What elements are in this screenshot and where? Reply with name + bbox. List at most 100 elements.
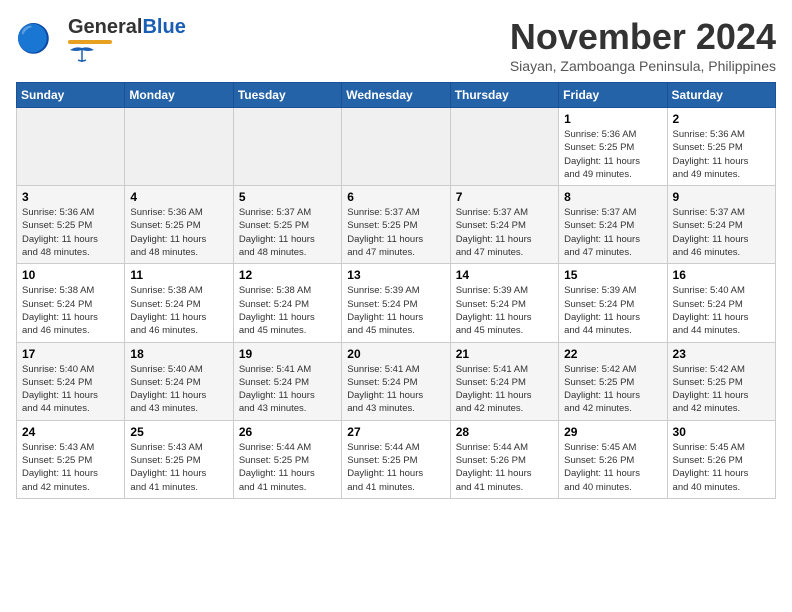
calendar-day-cell: 13 Sunrise: 5:39 AM Sunset: 5:24 PM Dayli…: [342, 264, 450, 342]
calendar-day-cell: [17, 108, 125, 186]
calendar-header-tuesday: Tuesday: [233, 83, 341, 108]
calendar-day-cell: 12Sunrise: 5:38 AM Sunset: 5:24 PM Dayli…: [233, 264, 341, 342]
day-info: Sunrise: 5:45 AM Sunset: 5:26 PM Dayligh…: [564, 441, 661, 494]
calendar-table: SundayMondayTuesdayWednesdayThursdayFrid…: [16, 82, 776, 499]
day-number: 21: [456, 347, 553, 361]
calendar-day-cell: 3Sunrise: 5:36 AM Sunset: 5:25 PM Daylig…: [17, 186, 125, 264]
day-number: 20: [347, 347, 444, 361]
calendar-day-cell: [125, 108, 233, 186]
calendar-day-cell: 21 Sunrise: 5:41 AM Sunset: 5:24 PM Dayli…: [450, 342, 558, 420]
day-number: 5: [239, 190, 336, 204]
calendar-day-cell: 15 Sunrise: 5:39 AM Sunset: 5:24 PM Dayli…: [559, 264, 667, 342]
day-number: 8: [564, 190, 661, 204]
day-number: 2: [673, 112, 770, 126]
day-info: Sunrise: 5:37 AM Sunset: 5:25 PM Dayligh…: [347, 206, 444, 259]
day-info: Sunrise: 5:38 AM Sunset: 5:24 PM Dayligh…: [22, 284, 119, 337]
calendar-day-cell: 24 Sunrise: 5:43 AM Sunset: 5:25 PM Dayli…: [17, 420, 125, 498]
day-number: 3: [22, 190, 119, 204]
calendar-day-cell: 26Sunrise: 5:44 AM Sunset: 5:25 PM Dayli…: [233, 420, 341, 498]
day-number: 17: [22, 347, 119, 361]
day-number: 6: [347, 190, 444, 204]
logo-text-block: GeneralBlue: [68, 16, 186, 64]
day-number: 18: [130, 347, 227, 361]
calendar-header-monday: Monday: [125, 83, 233, 108]
day-number: 4: [130, 190, 227, 204]
logo-blue: Blue: [142, 16, 185, 38]
day-info: Sunrise: 5:42 AM Sunset: 5:25 PM Dayligh…: [564, 363, 661, 416]
day-info: Sunrise: 5:41 AM Sunset: 5:24 PM Dayligh…: [239, 363, 336, 416]
calendar-day-cell: 7 Sunrise: 5:37 AM Sunset: 5:24 PM Daylig…: [450, 186, 558, 264]
day-info: Sunrise: 5:37 AM Sunset: 5:24 PM Dayligh…: [564, 206, 661, 259]
calendar-week-row: 1 Sunrise: 5:36 AM Sunset: 5:25 PM Daylig…: [17, 108, 776, 186]
day-info: Sunrise: 5:42 AM Sunset: 5:25 PM Dayligh…: [673, 363, 770, 416]
calendar-day-cell: [342, 108, 450, 186]
day-info: Sunrise: 5:36 AM Sunset: 5:25 PM Dayligh…: [564, 128, 661, 181]
day-info: Sunrise: 5:44 AM Sunset: 5:25 PM Dayligh…: [239, 441, 336, 494]
svg-text:🔵: 🔵: [16, 22, 51, 55]
day-info: Sunrise: 5:39 AM Sunset: 5:24 PM Dayligh…: [564, 284, 661, 337]
calendar-header-saturday: Saturday: [667, 83, 775, 108]
calendar-day-cell: 8 Sunrise: 5:37 AM Sunset: 5:24 PM Daylig…: [559, 186, 667, 264]
title-area: November 2024 Siayan, Zamboanga Peninsul…: [510, 16, 776, 74]
calendar-header-wednesday: Wednesday: [342, 83, 450, 108]
day-number: 30: [673, 425, 770, 439]
calendar-day-cell: 9 Sunrise: 5:37 AM Sunset: 5:24 PM Daylig…: [667, 186, 775, 264]
logo-icon: 🔵: [16, 18, 64, 63]
day-number: 14: [456, 268, 553, 282]
day-info: Sunrise: 5:40 AM Sunset: 5:24 PM Dayligh…: [22, 363, 119, 416]
day-number: 16: [673, 268, 770, 282]
day-info: Sunrise: 5:40 AM Sunset: 5:24 PM Dayligh…: [130, 363, 227, 416]
day-info: Sunrise: 5:37 AM Sunset: 5:24 PM Dayligh…: [456, 206, 553, 259]
calendar-week-row: 24 Sunrise: 5:43 AM Sunset: 5:25 PM Dayli…: [17, 420, 776, 498]
day-info: Sunrise: 5:37 AM Sunset: 5:24 PM Dayligh…: [673, 206, 770, 259]
day-number: 19: [239, 347, 336, 361]
day-number: 25: [130, 425, 227, 439]
calendar-day-cell: 20Sunrise: 5:41 AM Sunset: 5:24 PM Dayli…: [342, 342, 450, 420]
calendar-day-cell: 1 Sunrise: 5:36 AM Sunset: 5:25 PM Daylig…: [559, 108, 667, 186]
calendar-day-cell: 16 Sunrise: 5:40 AM Sunset: 5:24 PM Dayli…: [667, 264, 775, 342]
calendar-day-cell: [233, 108, 341, 186]
day-info: Sunrise: 5:40 AM Sunset: 5:24 PM Dayligh…: [673, 284, 770, 337]
logo-bird-icon: [68, 46, 96, 64]
calendar-day-cell: 27Sunrise: 5:44 AM Sunset: 5:25 PM Dayli…: [342, 420, 450, 498]
calendar-day-cell: 14 Sunrise: 5:39 AM Sunset: 5:24 PM Dayli…: [450, 264, 558, 342]
calendar-header-sunday: Sunday: [17, 83, 125, 108]
day-number: 12: [239, 268, 336, 282]
page-header: 🔵 GeneralBlue November 2024 Siayan, Zamb…: [16, 16, 776, 74]
day-number: 1: [564, 112, 661, 126]
day-info: Sunrise: 5:39 AM Sunset: 5:24 PM Dayligh…: [347, 284, 444, 337]
day-number: 22: [564, 347, 661, 361]
calendar-day-cell: 11Sunrise: 5:38 AM Sunset: 5:24 PM Dayli…: [125, 264, 233, 342]
logo-underline: [68, 40, 112, 44]
day-info: Sunrise: 5:37 AM Sunset: 5:25 PM Dayligh…: [239, 206, 336, 259]
day-info: Sunrise: 5:43 AM Sunset: 5:25 PM Dayligh…: [22, 441, 119, 494]
day-number: 7: [456, 190, 553, 204]
calendar-week-row: 17 Sunrise: 5:40 AM Sunset: 5:24 PM Dayli…: [17, 342, 776, 420]
calendar-header-row: SundayMondayTuesdayWednesdayThursdayFrid…: [17, 83, 776, 108]
calendar-day-cell: 17 Sunrise: 5:40 AM Sunset: 5:24 PM Dayli…: [17, 342, 125, 420]
day-number: 28: [456, 425, 553, 439]
month-title: November 2024: [510, 16, 776, 58]
day-number: 13: [347, 268, 444, 282]
calendar-day-cell: 25Sunrise: 5:43 AM Sunset: 5:25 PM Dayli…: [125, 420, 233, 498]
calendar-day-cell: 30Sunrise: 5:45 AM Sunset: 5:26 PM Dayli…: [667, 420, 775, 498]
day-info: Sunrise: 5:41 AM Sunset: 5:24 PM Dayligh…: [456, 363, 553, 416]
day-number: 9: [673, 190, 770, 204]
calendar-header-friday: Friday: [559, 83, 667, 108]
day-number: 10: [22, 268, 119, 282]
day-number: 23: [673, 347, 770, 361]
calendar-day-cell: 4 Sunrise: 5:36 AM Sunset: 5:25 PM Daylig…: [125, 186, 233, 264]
day-info: Sunrise: 5:36 AM Sunset: 5:25 PM Dayligh…: [130, 206, 227, 259]
location: Siayan, Zamboanga Peninsula, Philippines: [510, 58, 776, 74]
logo: 🔵 GeneralBlue: [16, 16, 186, 64]
day-number: 24: [22, 425, 119, 439]
calendar-day-cell: 2Sunrise: 5:36 AM Sunset: 5:25 PM Daylig…: [667, 108, 775, 186]
logo-general: General: [68, 16, 142, 38]
day-number: 15: [564, 268, 661, 282]
day-info: Sunrise: 5:39 AM Sunset: 5:24 PM Dayligh…: [456, 284, 553, 337]
calendar-day-cell: 29Sunrise: 5:45 AM Sunset: 5:26 PM Dayli…: [559, 420, 667, 498]
calendar-week-row: 3 Sunrise: 5:36 AM Sunset: 5:25 PM Daylig…: [17, 186, 776, 264]
calendar-day-cell: [450, 108, 558, 186]
calendar-day-cell: 19 Sunrise: 5:41 AM Sunset: 5:24 PM Dayli…: [233, 342, 341, 420]
calendar-day-cell: 10 Sunrise: 5:38 AM Sunset: 5:24 PM Dayli…: [17, 264, 125, 342]
